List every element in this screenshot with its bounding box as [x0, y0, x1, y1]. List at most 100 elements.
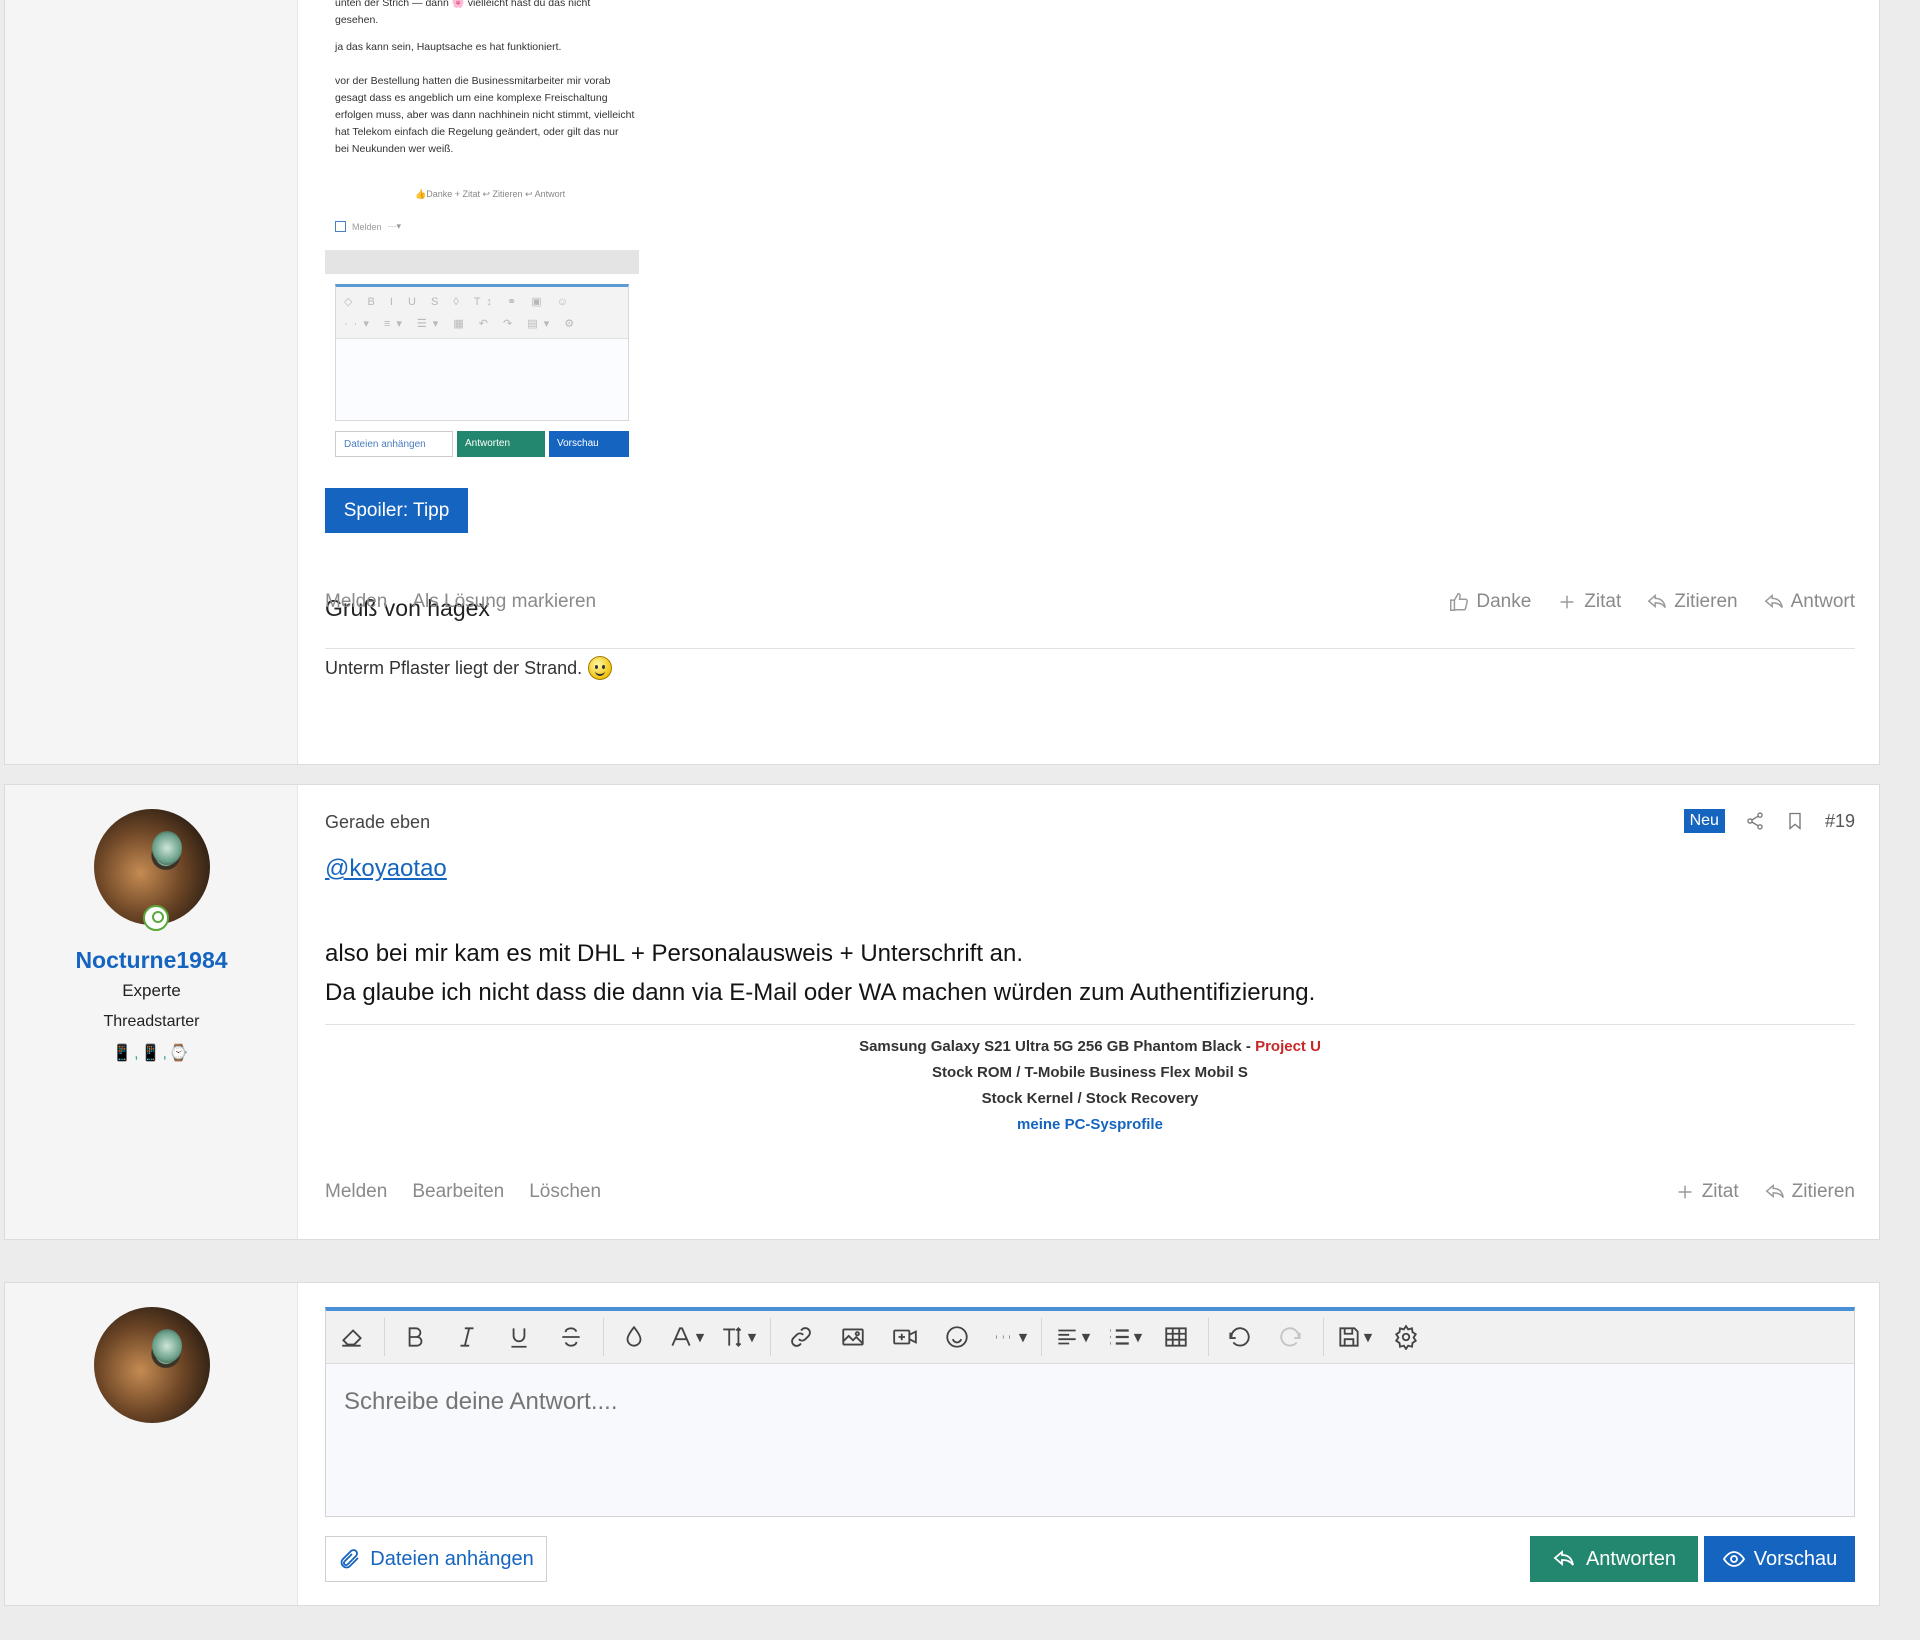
- droplet-icon: [626, 1325, 642, 1347]
- chevron-down-icon: ▼: [747, 1330, 757, 1344]
- bookmark-icon[interactable]: [1785, 811, 1805, 831]
- text-color-button[interactable]: [614, 1317, 654, 1357]
- screenshot-divider-bar: [325, 250, 639, 274]
- screenshot-toolbar-row1: ◇ B I U S ◊ T↕ ⚭ ▣ ☺: [344, 296, 574, 308]
- report-link[interactable]: Melden: [325, 591, 387, 613]
- editor-toolbar: ▼ ▼ ▼ ▼ ▼ ▼: [326, 1311, 1854, 1364]
- spoiler-button[interactable]: Spoiler: Tipp: [325, 488, 468, 533]
- undo-button[interactable]: [1219, 1317, 1259, 1357]
- screenshot-checkbox: [335, 221, 346, 232]
- attach-files-label: Dateien anhängen: [370, 1547, 534, 1570]
- screenshot-attach: Dateien anhängen: [335, 431, 453, 457]
- screenshot-preview: Vorschau: [549, 431, 629, 457]
- post-actions-right: Zitat Zitieren: [1674, 1181, 1855, 1203]
- author-name[interactable]: Nocturne1984: [5, 947, 298, 974]
- plus-icon: [1560, 595, 1574, 609]
- quote-button[interactable]: Zitieren: [1764, 1181, 1855, 1203]
- report-link[interactable]: Melden: [325, 1181, 387, 1203]
- toolbar-separator: [770, 1318, 771, 1356]
- post-number[interactable]: #19: [1825, 811, 1855, 832]
- rich-text-editor: ▼ ▼ ▼ ▼ ▼ ▼: [325, 1307, 1855, 1517]
- reply-actions: Dateien anhängen Antworten Vorschau: [325, 1536, 1855, 1582]
- insert-image-button[interactable]: [833, 1317, 873, 1357]
- preview-label: Vorschau: [1753, 1547, 1838, 1570]
- quote-button[interactable]: Zitieren: [1646, 591, 1738, 613]
- align-button[interactable]: ▼: [1052, 1317, 1092, 1357]
- redo-button[interactable]: [1271, 1317, 1311, 1357]
- signature-line-2: Stock ROM / T-Mobile Business Flex Mobil…: [932, 1064, 1248, 1081]
- video-icon: [893, 1329, 917, 1345]
- drafts-button[interactable]: ▼: [1334, 1317, 1374, 1357]
- thanks-button[interactable]: Danke: [1448, 591, 1531, 613]
- delete-link[interactable]: Löschen: [529, 1181, 601, 1203]
- new-badge: Neu: [1683, 809, 1725, 833]
- signature-line-3: Stock Kernel / Stock Recovery: [981, 1090, 1199, 1107]
- signature: Samsung Galaxy S21 Ultra 5G 256 GB Phant…: [325, 1034, 1855, 1138]
- share-icon[interactable]: [1745, 811, 1765, 831]
- reply-icon: [1764, 593, 1783, 609]
- settings-button[interactable]: [1386, 1317, 1426, 1357]
- signature-divider: [325, 1024, 1855, 1025]
- mark-solution-link[interactable]: Als Lösung markieren: [412, 591, 596, 613]
- screenshot-more: ···▾: [387, 221, 402, 231]
- paperclip-icon: [340, 1549, 359, 1569]
- bold-icon: [408, 1327, 423, 1347]
- italic-button[interactable]: [447, 1317, 487, 1357]
- thanks-label: Danke: [1476, 591, 1532, 612]
- toolbar-separator: [1323, 1318, 1324, 1356]
- chevron-down-icon: ▼: [1081, 1330, 1091, 1344]
- post-actions-right: Danke Zitat Zitieren Antwort: [1448, 591, 1855, 613]
- answer-button[interactable]: Antwort: [1763, 591, 1855, 613]
- preview-button[interactable]: Vorschau: [1704, 1536, 1855, 1582]
- screenshot-editor: ◇ B I U S ◊ T↕ ⚭ ▣ ☺ ··▾ ≡▾ ☰▾ ▦ ↶ ↷ ▤▾ …: [335, 284, 629, 421]
- font-family-button[interactable]: ▼: [666, 1317, 706, 1357]
- screenshot-report-label: Melden: [352, 221, 382, 232]
- insert-media-button[interactable]: [885, 1317, 925, 1357]
- toolbar-separator: [603, 1318, 604, 1356]
- screenshot-text-2: vor der Bestellung hatten die Businessmi…: [335, 75, 635, 155]
- underline-button[interactable]: [499, 1317, 539, 1357]
- post-body: unten der Strich — dann 🌸 vielleicht has…: [299, 0, 1879, 764]
- signature-text: Unterm Pflaster liegt der Strand.: [325, 657, 583, 678]
- avatar[interactable]: [94, 1307, 210, 1423]
- online-status-icon: [143, 905, 169, 931]
- underline-icon: [511, 1328, 527, 1348]
- image-icon: [842, 1328, 864, 1346]
- strikethrough-button[interactable]: [551, 1317, 591, 1357]
- insert-link-button[interactable]: [781, 1317, 821, 1357]
- screenshot-text-1: ja das kann sein, Hauptsache es hat funk…: [335, 41, 562, 53]
- attach-files-button[interactable]: Dateien anhängen: [325, 1536, 547, 1582]
- plus-icon: [1678, 1185, 1692, 1199]
- list-button[interactable]: ▼: [1104, 1317, 1144, 1357]
- bold-button[interactable]: [395, 1317, 435, 1357]
- post-meta: Neu #19: [1683, 809, 1855, 833]
- remove-format-button[interactable]: [332, 1317, 372, 1357]
- submit-reply-button[interactable]: Antworten: [1530, 1536, 1698, 1582]
- user-mention-link[interactable]: @koyaotao: [325, 855, 447, 883]
- font-size-button[interactable]: ▼: [718, 1317, 758, 1357]
- reply-textarea[interactable]: [326, 1364, 1854, 1516]
- signature-project-link[interactable]: Project U: [1255, 1038, 1321, 1055]
- reply-author-column: [5, 1283, 298, 1605]
- post-author-column: Nocturne1984 Experte Threadstarter 📱,📱,⌚: [5, 785, 298, 1239]
- insert-table-button[interactable]: [1156, 1317, 1196, 1357]
- quote-add-button[interactable]: Zitat: [1556, 591, 1621, 613]
- signature-sysprofile-link[interactable]: meine PC-Sysprofile: [325, 1112, 1855, 1138]
- toolbar-separator: [1208, 1318, 1209, 1356]
- post-18: unten der Strich — dann 🌸 vielleicht has…: [4, 0, 1880, 765]
- post-date[interactable]: Gerade eben: [325, 812, 430, 833]
- threadstarter-badge: Threadstarter: [103, 1013, 200, 1030]
- post-author-column: [5, 0, 298, 764]
- author-title: Experte: [122, 981, 181, 1000]
- emoji-button[interactable]: [937, 1317, 977, 1357]
- chevron-down-icon: ▼: [1363, 1330, 1373, 1344]
- post-body: Gerade eben Neu #19 @koyaotao also bei m…: [299, 785, 1879, 1239]
- reply-icon: [1765, 1183, 1784, 1199]
- edit-link[interactable]: Bearbeiten: [412, 1181, 504, 1203]
- signature-device: Samsung Galaxy S21 Ultra 5G 256 GB Phant…: [859, 1038, 1256, 1055]
- reply-icon: [1647, 593, 1667, 609]
- quote-add-button[interactable]: Zitat: [1674, 1181, 1739, 1203]
- more-options-button[interactable]: ▼: [989, 1317, 1029, 1357]
- device-icons[interactable]: 📱,📱,⌚: [5, 1043, 298, 1063]
- post-actions: Melden Bearbeiten Löschen Zitat Zitieren: [325, 1177, 1855, 1207]
